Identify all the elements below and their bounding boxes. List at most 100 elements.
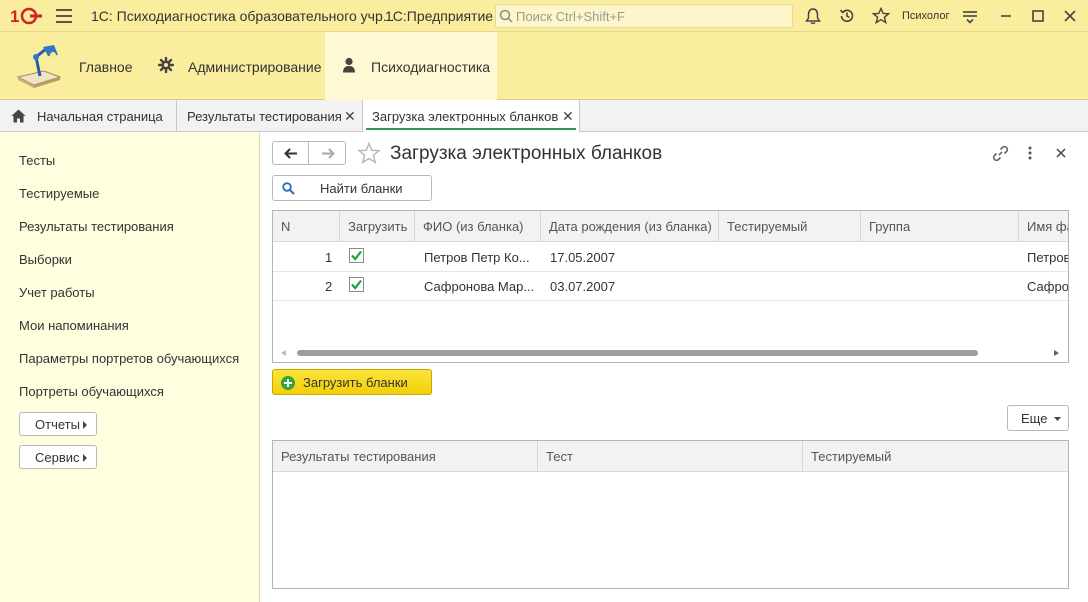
column-header-fio[interactable]: ФИО (из бланка) — [415, 211, 541, 242]
find-blanks-button[interactable]: Найти бланки — [272, 175, 432, 201]
cell-file-name: Петров — [1027, 250, 1069, 265]
column-header-group[interactable]: Группа — [861, 211, 1019, 242]
chevron-down-icon — [1054, 417, 1061, 421]
cell-fio: Петров Петр Ко... — [424, 250, 530, 265]
history-icon[interactable] — [838, 7, 856, 25]
global-search-input[interactable]: Поиск Ctrl+Shift+F — [495, 4, 793, 28]
close-window-icon[interactable] — [1061, 7, 1079, 25]
table-row[interactable]: 1 Петров Петр Ко... 17.05.2007 Петров — [273, 243, 1068, 272]
section-psychodiagnostics[interactable]: Психодиагностика — [325, 32, 497, 100]
cell-n: 2 — [325, 279, 333, 294]
search-icon — [499, 9, 513, 23]
home-icon — [11, 109, 26, 123]
settings-menu-icon[interactable] — [961, 7, 979, 25]
minimize-icon[interactable] — [997, 7, 1015, 25]
find-blanks-label: Найти бланки — [320, 181, 403, 196]
bell-icon[interactable] — [804, 7, 822, 25]
section-administration[interactable]: Администрирование — [145, 32, 325, 100]
function-panel: Тесты Тестируемые Результаты тестировани… — [0, 133, 260, 602]
gear-icon — [158, 57, 174, 73]
link-icon[interactable] — [992, 145, 1009, 162]
service-button[interactable]: Сервис — [19, 445, 97, 469]
close-tab-icon[interactable]: ✕ — [344, 108, 356, 125]
cell-n: 1 — [325, 250, 333, 265]
reports-button-label: Отчеты — [35, 417, 80, 432]
close-form-icon[interactable] — [1056, 148, 1066, 158]
scroll-left-icon[interactable] — [281, 350, 287, 356]
column-header-load[interactable]: Загрузить — [340, 211, 415, 242]
scrollbar-thumb[interactable] — [297, 350, 978, 356]
column-header-file-name[interactable]: Имя фа — [1019, 211, 1068, 242]
favorite-star-icon[interactable] — [357, 142, 381, 165]
section-psychodiagnostics-label: Психодиагностика — [371, 59, 491, 75]
horizontal-scrollbar[interactable] — [273, 348, 1068, 358]
column-header-test-subject[interactable]: Тестируемый — [803, 441, 1068, 472]
section-administration-label: Администрирование — [188, 59, 322, 75]
column-header-test-results[interactable]: Результаты тестирования — [273, 441, 538, 472]
section-main-label: Главное — [79, 59, 133, 75]
reports-button[interactable]: Отчеты — [19, 412, 97, 436]
cell-birth-date: 03.07.2007 — [550, 279, 616, 294]
cell-birth-date: 17.05.2007 — [550, 250, 616, 265]
1c-logo-icon: 1 — [10, 7, 42, 26]
service-button-label: Сервис — [35, 450, 80, 465]
tab-test-results[interactable]: Результаты тестирования ✕ — [177, 100, 363, 132]
checkbox-checked-icon[interactable] — [349, 248, 364, 263]
column-header-test[interactable]: Тест — [538, 441, 803, 472]
star-icon[interactable] — [872, 7, 890, 25]
checkbox-checked-icon[interactable] — [349, 277, 364, 292]
load-blanks-button[interactable]: Загрузить бланки — [272, 369, 432, 395]
column-header-n[interactable]: N — [273, 211, 340, 242]
section-main[interactable]: Главное — [0, 32, 145, 100]
scroll-right-icon[interactable] — [1054, 350, 1060, 356]
app-name: 1С:Предприятие — [385, 8, 494, 24]
tab-home[interactable]: Начальная страница — [0, 100, 177, 132]
tab-load-blanks-label: Загрузка электронных бланков — [372, 109, 559, 124]
desk-lamp-icon — [16, 45, 62, 88]
maximize-icon[interactable] — [1029, 7, 1047, 25]
tab-test-results-label: Результаты тестирования — [187, 109, 342, 124]
main-menu-icon[interactable] — [56, 9, 72, 23]
nav-item-student-portraits[interactable]: Портреты обучающихся — [19, 384, 164, 399]
tab-home-label: Начальная страница — [37, 109, 163, 124]
cell-fio: Сафронова Мар... — [424, 279, 534, 294]
arrow-left-icon — [284, 148, 297, 159]
nav-item-portrait-parameters[interactable]: Параметры портретов обучающихся — [19, 351, 239, 366]
table-row[interactable]: 2 Сафронова Мар... 03.07.2007 Сафрон — [273, 272, 1068, 301]
submenu-arrow-icon — [83, 454, 87, 462]
section-panel: Главное Администрирование Психодиагности… — [0, 32, 1088, 100]
add-circle-icon — [281, 376, 295, 390]
submenu-arrow-icon — [83, 421, 87, 429]
tab-load-blanks[interactable]: Загрузка электронных бланков ✕ — [363, 100, 580, 132]
more-actions-icon[interactable] — [1027, 146, 1033, 160]
title-bar: 1 1С: Психодиагностика образовательного … — [0, 0, 1088, 32]
more-button-label: Еще — [1021, 411, 1048, 426]
window-title: 1С: Психодиагностика образовательного уч… — [91, 8, 395, 24]
nav-item-samples[interactable]: Выборки — [19, 252, 72, 267]
nav-item-tests[interactable]: Тесты — [19, 153, 55, 168]
blanks-table: N Загрузить ФИО (из бланка) Дата рождени… — [272, 210, 1069, 363]
svg-text:1: 1 — [10, 7, 19, 26]
close-tab-icon[interactable]: ✕ — [562, 108, 574, 125]
column-header-test-subject[interactable]: Тестируемый — [719, 211, 861, 242]
nav-item-test-subjects[interactable]: Тестируемые — [19, 186, 99, 201]
person-icon — [343, 57, 355, 73]
column-header-birth-date[interactable]: Дата рождения (из бланка) — [541, 211, 719, 242]
form-title: Загрузка электронных бланков — [390, 143, 663, 164]
search-icon — [282, 182, 295, 195]
forward-button[interactable] — [308, 141, 346, 165]
active-tab-indicator — [366, 128, 576, 130]
search-placeholder: Поиск Ctrl+Shift+F — [516, 9, 625, 24]
nav-item-work-log[interactable]: Учет работы — [19, 285, 95, 300]
results-table-header: Результаты тестирования Тест Тестируемый — [273, 441, 1068, 472]
more-button[interactable]: Еще — [1007, 405, 1069, 431]
back-button[interactable] — [272, 141, 309, 165]
blanks-table-header: N Загрузить ФИО (из бланка) Дата рождени… — [273, 211, 1068, 242]
open-tabs-bar: Начальная страница Результаты тестирован… — [0, 100, 1088, 132]
nav-item-test-results[interactable]: Результаты тестирования — [19, 219, 174, 234]
current-user[interactable]: Психолог — [902, 10, 949, 22]
cell-file-name: Сафрон — [1027, 279, 1069, 294]
results-table: Результаты тестирования Тест Тестируемый — [272, 440, 1069, 589]
nav-item-reminders[interactable]: Мои напоминания — [19, 318, 129, 333]
load-blanks-label: Загрузить бланки — [303, 375, 408, 390]
